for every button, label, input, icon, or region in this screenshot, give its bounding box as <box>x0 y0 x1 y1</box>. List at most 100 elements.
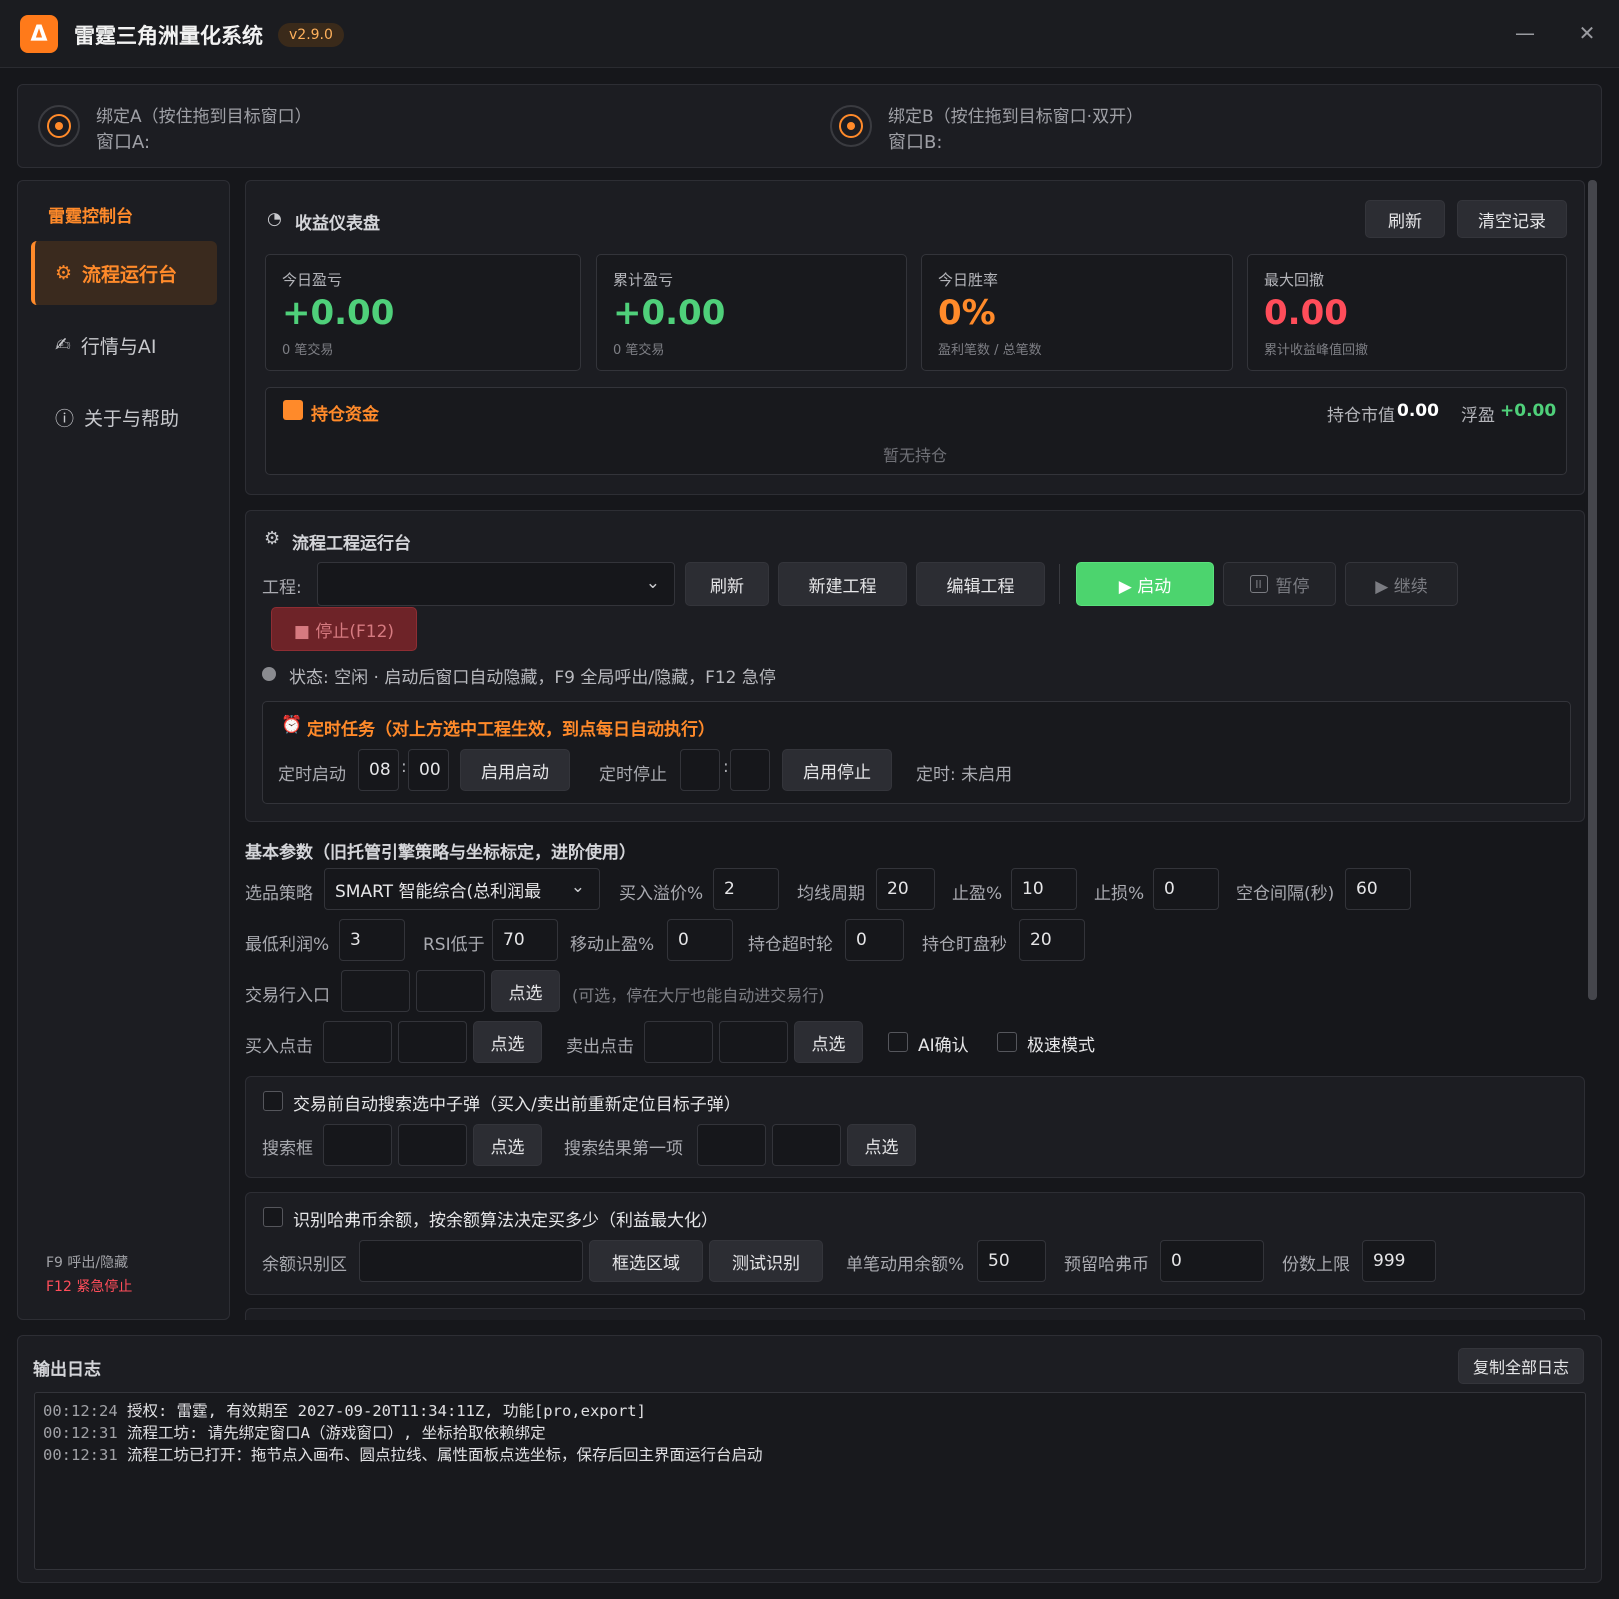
money-bag-icon: ◔ <box>267 209 282 229</box>
clear-records-button[interactable]: 清空记录 <box>1457 200 1567 238</box>
fast-mode-checkbox[interactable] <box>997 1032 1017 1052</box>
project-select[interactable]: ⌄ <box>317 562 675 606</box>
trade-entry-y-input[interactable] <box>416 970 485 1012</box>
ai-confirm-checkbox[interactable] <box>888 1032 908 1052</box>
balance-ratio-label: 单笔动用余额% <box>846 1255 965 1275</box>
rsi-input[interactable]: 70 <box>492 919 558 961</box>
idle-interval-input[interactable]: 60 <box>1345 868 1411 910</box>
project-refresh-button[interactable]: 刷新 <box>685 562 769 606</box>
window-a-label: 窗口A: <box>96 132 151 153</box>
holdings-title: 持仓资金 <box>311 405 379 425</box>
copy-log-button[interactable]: 复制全部日志 <box>1458 1348 1584 1384</box>
trade-entry-pick-button[interactable]: 点选 <box>491 970 560 1012</box>
status-text: 状态: 空闲 · 启动后窗口自动隐藏，F9 全局呼出/隐藏，F12 急停 <box>289 668 776 688</box>
search-box-pick-button[interactable]: 点选 <box>473 1124 542 1166</box>
new-project-button[interactable]: 新建工程 <box>778 562 907 606</box>
search-result-pick-button[interactable]: 点选 <box>847 1124 916 1166</box>
stat-value: +0.00 <box>613 293 726 333</box>
buy-click-y-input[interactable] <box>398 1021 467 1063</box>
hold-watch-input[interactable]: 20 <box>1019 919 1085 961</box>
stat-value: +0.00 <box>282 293 395 333</box>
sell-click-pick-button[interactable]: 点选 <box>794 1021 863 1063</box>
buy-click-x-input[interactable] <box>323 1021 392 1063</box>
sell-click-y-input[interactable] <box>719 1021 788 1063</box>
balance-area-input[interactable] <box>359 1240 583 1282</box>
sell-click-x-input[interactable] <box>644 1021 713 1063</box>
info-icon: ⓘ <box>55 407 75 430</box>
take-profit-input[interactable]: 10 <box>1011 868 1077 910</box>
params-title: 基本参数（旧托管引擎策略与坐标标定，进阶使用） <box>245 843 636 863</box>
sidebar-item-workflow[interactable]: ⚙ 流程运行台 <box>31 241 217 305</box>
stat-sub: 盈利笔数 / 总笔数 <box>938 343 1042 358</box>
stat-sub: 累计收益峰值回撤 <box>1264 343 1369 358</box>
minimize-button[interactable]: — <box>1510 18 1540 48</box>
next-panel-edge <box>245 1308 1585 1320</box>
dashboard-title: 收益仪表盘 <box>295 214 380 234</box>
start-button[interactable]: ▶ 启动 <box>1076 562 1214 606</box>
brush-icon: ✍ <box>55 334 71 356</box>
schedule-start-minute[interactable]: 00 <box>408 749 449 791</box>
time-separator: : <box>723 757 729 777</box>
auto-search-checkbox[interactable] <box>263 1091 283 1111</box>
trade-entry-x-input[interactable] <box>341 970 410 1012</box>
rsi-label: RSI低于 <box>423 935 485 955</box>
min-profit-input[interactable]: 3 <box>339 919 405 961</box>
enable-stop-button[interactable]: 启用停止 <box>782 749 892 791</box>
hotkey-f12-hint: F12 紧急停止 <box>46 1279 133 1295</box>
resume-button[interactable]: ▶ 继续 <box>1345 562 1458 606</box>
select-area-button[interactable]: 框选区域 <box>589 1240 703 1282</box>
ma-period-label: 均线周期 <box>797 884 865 904</box>
close-button[interactable]: ✕ <box>1572 18 1602 48</box>
edit-project-button[interactable]: 编辑工程 <box>916 562 1045 606</box>
sidebar-item-market-ai[interactable]: ✍ 行情与AI <box>31 313 217 377</box>
stop-loss-input[interactable]: 0 <box>1153 868 1219 910</box>
search-result-label: 搜索结果第一项 <box>564 1139 683 1159</box>
sidebar-item-about[interactable]: ⓘ 关于与帮助 <box>31 385 217 449</box>
pause-button[interactable]: II 暂停 <box>1223 562 1336 606</box>
ma-period-input[interactable]: 20 <box>876 868 935 910</box>
hold-timeout-input[interactable]: 0 <box>845 919 904 961</box>
dashboard-refresh-button[interactable]: 刷新 <box>1365 200 1445 238</box>
stat-card-today-pnl: 今日盈亏 +0.00 0 笔交易 <box>265 254 581 371</box>
bind-b-target-icon[interactable] <box>830 105 872 147</box>
market-value: 0.00 <box>1397 401 1439 421</box>
strategy-select[interactable]: SMART 智能综合(总利润最 ⌄ <box>324 868 600 910</box>
stat-label: 今日盈亏 <box>282 271 343 289</box>
trailing-input[interactable]: 0 <box>667 919 733 961</box>
schedule-state: 定时: 未启用 <box>916 765 1013 785</box>
schedule-start-label: 定时启动 <box>278 765 346 785</box>
stat-card-win-rate: 今日胜率 0% 盈利笔数 / 总笔数 <box>921 254 1233 371</box>
max-shares-input[interactable]: 999 <box>1362 1240 1436 1282</box>
balance-checkbox[interactable] <box>263 1207 283 1227</box>
search-result-y-input[interactable] <box>772 1124 841 1166</box>
app-title: 雷霆三角洲量化系统 <box>74 24 263 48</box>
balance-title: 识别哈弗币余额，按余额算法决定买多少（利益最大化） <box>293 1211 718 1231</box>
search-box-x-input[interactable] <box>323 1124 392 1166</box>
bind-b-label: 绑定B（按住拖到目标窗口·双开） <box>888 107 1144 127</box>
enable-start-button[interactable]: 启用启动 <box>460 749 570 791</box>
stop-button[interactable]: ■ 停止(F12) <box>271 607 417 651</box>
balance-ratio-input[interactable]: 50 <box>977 1240 1046 1282</box>
stat-card-total-pnl: 累计盈亏 +0.00 0 笔交易 <box>596 254 907 371</box>
balance-area-label: 余额识别区 <box>262 1255 347 1275</box>
toolbar-divider <box>1059 564 1060 604</box>
main-scrollbar[interactable] <box>1588 180 1597 1000</box>
bind-a-target-icon[interactable] <box>38 105 80 147</box>
search-result-x-input[interactable] <box>697 1124 766 1166</box>
trade-entry-hint: (可选，停在大厅也能自动进交易行) <box>572 986 825 1005</box>
buy-click-pick-button[interactable]: 点选 <box>473 1021 542 1063</box>
test-recognize-button[interactable]: 测试识别 <box>709 1240 823 1282</box>
log-title: 输出日志 <box>33 1360 101 1380</box>
log-output[interactable]: 00:12:24 授权: 雷霆, 有效期至 2027-09-20T11:34:1… <box>34 1392 1586 1570</box>
log-line: 00:12:31 流程工坊已打开：拖节点入画布、圆点拉线、属性面板点选坐标，保存… <box>43 1446 763 1464</box>
search-box-y-input[interactable] <box>398 1124 467 1166</box>
strategy-label: 选品策略 <box>245 884 313 904</box>
buy-premium-input[interactable]: 2 <box>713 868 779 910</box>
schedule-stop-label: 定时停止 <box>599 765 667 785</box>
schedule-stop-minute[interactable] <box>730 749 770 791</box>
reserve-input[interactable]: 0 <box>1160 1240 1264 1282</box>
hold-timeout-label: 持仓超时轮 <box>748 935 833 955</box>
schedule-stop-hour[interactable] <box>680 749 720 791</box>
stat-value: 0.00 <box>1264 293 1348 333</box>
schedule-start-hour[interactable]: 08 <box>358 749 399 791</box>
